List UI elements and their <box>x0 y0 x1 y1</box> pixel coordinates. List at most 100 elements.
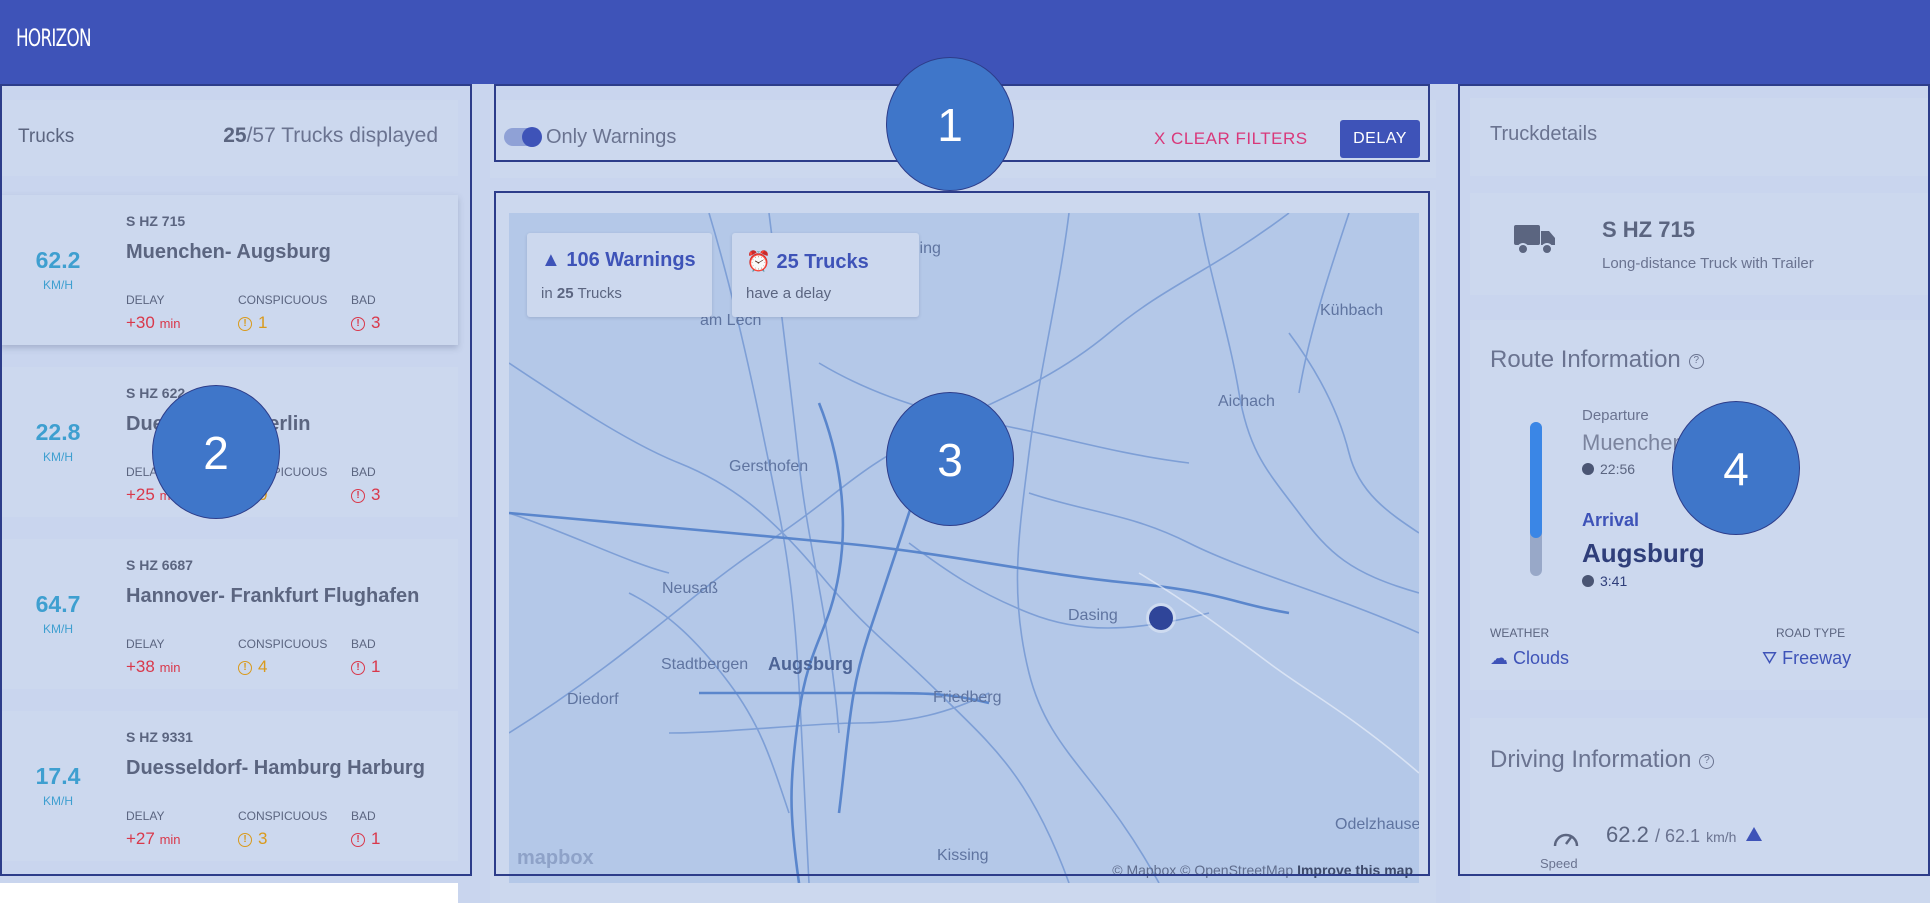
conspicuous-value: ! 4 <box>238 657 267 677</box>
delay-value: +38 min <box>126 657 181 676</box>
trucks-title: Trucks <box>18 126 75 147</box>
help-icon[interactable]: ? <box>1699 754 1715 769</box>
truck-route: Hannover- Frankfurt Flughafen <box>126 585 420 607</box>
annotation-badge-4: 4 <box>1672 401 1800 535</box>
improve-map-link[interactable]: Improve this map <box>1297 862 1413 878</box>
map-place-label: Stadtbergen <box>661 656 749 673</box>
truck-route: Duesseldorf- Hamburg Harburg <box>126 757 425 779</box>
only-warnings-label[interactable]: Only Warnings <box>546 126 676 149</box>
warning-circle-icon: ! <box>238 833 252 847</box>
conspicuous-label: CONSPICUOUS <box>238 809 328 823</box>
conspicuous-value: ! 1 <box>238 313 267 333</box>
route-info-title: Route Information? <box>1490 346 1704 374</box>
delay-summary-card[interactable]: ⏰ 25 Trucks have a delay <box>732 233 919 317</box>
delay-value: +27 min <box>126 829 181 848</box>
truck-icon <box>1514 225 1555 255</box>
warnings-sub: in 25 Trucks <box>541 285 622 302</box>
map-place-label: Diedorf <box>567 691 619 708</box>
speedometer-icon <box>1553 833 1579 847</box>
details-title: Truckdetails <box>1490 123 1598 145</box>
only-warnings-toggle[interactable] <box>504 127 542 147</box>
map-place-label: Dasing <box>1068 607 1118 624</box>
truck-plate: S HZ 6687 <box>126 557 193 573</box>
bad-value: ! 3 <box>351 313 380 333</box>
map-place-label: Neusaß <box>662 580 719 597</box>
map-place-label: ling <box>916 240 941 257</box>
warnings-title: ▲ 106 Warnings <box>541 249 696 271</box>
arrival-time: 3:41 <box>1582 573 1627 589</box>
details-header: Truckdetails <box>1470 98 1930 176</box>
speed-value: 62.2 / 62.1 km/h <box>1606 822 1763 848</box>
speed-label: Speed <box>1540 856 1578 871</box>
map-place-label: Gersthofen <box>729 458 809 475</box>
map[interactable]: ling am Lech Kühbach Aichach Gersthofen … <box>509 213 1419 883</box>
arrival-city: Augsburg <box>1582 538 1705 568</box>
departure-city: Muenchen <box>1582 430 1685 455</box>
warning-circle-icon: ! <box>238 661 252 675</box>
mapbox-logo[interactable]: mapbox <box>517 847 594 870</box>
truck-list-item[interactable]: 17.4 KM/H S HZ 9331 Duesseldorf- Hamburg… <box>0 711 458 861</box>
map-attribution: © Mapbox © OpenStreetMap Improve this ma… <box>1112 862 1413 878</box>
alert-circle-icon: ! <box>351 833 365 847</box>
bad-value: ! 1 <box>351 829 380 849</box>
bad-label: BAD <box>351 293 376 307</box>
truck-speed-unit: KM/H <box>43 278 73 292</box>
arrival-label: Arrival <box>1582 510 1640 530</box>
truck-plate: S HZ 715 <box>126 213 186 229</box>
departure-time: 22:56 <box>1582 461 1635 477</box>
trucks-header: Trucks 25/57 Trucks displayed <box>2 100 458 176</box>
vehicle-type: Long-distance Truck with Trailer <box>1602 255 1814 272</box>
road-type-value: ⛛ Freeway <box>1762 648 1852 668</box>
warnings-summary-card[interactable]: ▲ 106 Warnings in 25 Trucks <box>527 233 712 317</box>
road-icon: ⛛ <box>1762 648 1778 668</box>
trucks-count-shown: 25 <box>223 124 247 147</box>
alarm-clock-icon: ⏰ <box>746 251 771 273</box>
map-place-label: Augsburg <box>768 654 853 674</box>
route-progress-fill <box>1530 422 1542 538</box>
truck-speed-unit: KM/H <box>43 794 73 808</box>
app-logo[interactable]: HORIZON <box>16 24 92 52</box>
cloud-icon: ☁ <box>1490 648 1508 668</box>
alert-circle-icon: ! <box>351 661 365 675</box>
conspicuous-label: CONSPICUOUS <box>238 293 328 307</box>
warning-triangle-icon: ▲ <box>541 249 561 271</box>
warning-triangle-icon <box>1746 827 1763 841</box>
weather-value: ☁ Clouds <box>1490 648 1570 668</box>
delay-label: DELAY <box>126 293 165 307</box>
bad-label: BAD <box>351 809 376 823</box>
road-type-label: ROAD TYPE <box>1776 626 1846 640</box>
truck-speed: 62.2 <box>35 247 81 273</box>
departure-label: Departure <box>1582 407 1649 424</box>
bad-label: BAD <box>351 465 376 479</box>
truck-list-item[interactable]: 64.7 KM/H S HZ 6687 Hannover- Frankfurt … <box>0 539 458 689</box>
warning-circle-icon: ! <box>238 317 252 331</box>
bad-value: ! 3 <box>351 485 380 505</box>
help-icon[interactable]: ? <box>1688 354 1704 369</box>
clock-icon <box>1582 463 1594 475</box>
delay-value: +30 min <box>126 313 181 332</box>
truck-info-card: S HZ 715 Long-distance Truck with Traile… <box>1470 193 1930 295</box>
clear-filters-button[interactable]: X CLEAR FILTERS <box>1154 129 1308 149</box>
delay-filter-button[interactable]: DELAY <box>1340 120 1420 158</box>
conspicuous-label: CONSPICUOUS <box>238 637 328 651</box>
driving-info-title: Driving Information? <box>1490 746 1715 774</box>
driving-info-card: Driving Information? Speed 62.2 / 62.1 k… <box>1470 718 1930 903</box>
truck-speed: 17.4 <box>35 763 81 789</box>
truck-speed-unit: KM/H <box>43 450 73 464</box>
delay-label: DELAY <box>126 809 165 823</box>
truck-speed-unit: KM/H <box>43 622 73 636</box>
truck-map-marker[interactable] <box>1149 606 1173 630</box>
annotation-badge-2: 2 <box>152 385 280 519</box>
weather-label: WEATHER <box>1490 626 1550 640</box>
bad-value: ! 1 <box>351 657 380 677</box>
list-footer <box>0 883 458 903</box>
map-place-label: Kissing <box>937 847 989 864</box>
clock-icon <box>1582 575 1594 587</box>
alert-circle-icon: ! <box>351 317 365 331</box>
map-place-label: Kühbach <box>1320 302 1384 319</box>
truck-route: Muenchen- Augsburg <box>126 241 331 263</box>
bad-label: BAD <box>351 637 376 651</box>
truck-list-item[interactable]: 62.2 KM/H S HZ 715 Muenchen- Augsburg DE… <box>0 195 458 345</box>
truck-speed: 22.8 <box>35 419 81 445</box>
delay-summary-title: ⏰ 25 Trucks <box>746 251 869 273</box>
